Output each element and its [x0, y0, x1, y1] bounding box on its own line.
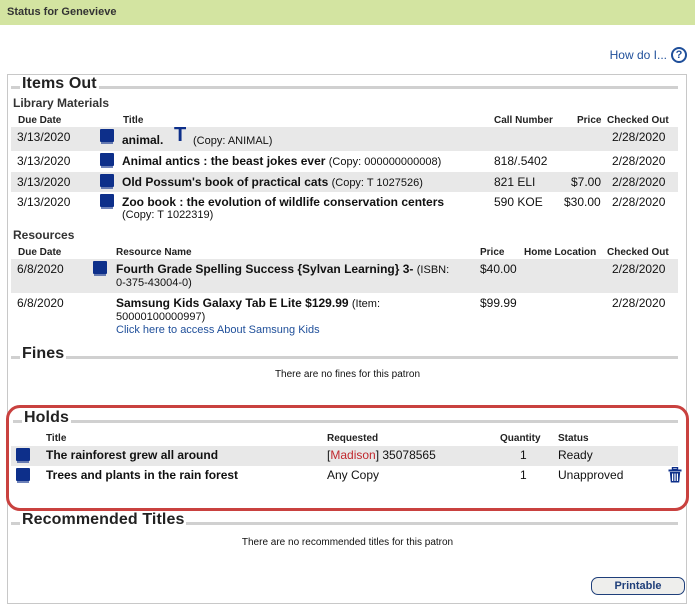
hold-title-link[interactable]: The rainforest grew all around — [46, 448, 218, 462]
due-date: 3/13/2020 — [17, 154, 71, 168]
item-title-link[interactable]: Animal antics : the beast jokes ever (Co… — [122, 154, 441, 168]
item-title-link[interactable]: Zoo book : the evolution of wildlife con… — [122, 195, 444, 209]
fines-empty-message: There are no fines for this patron — [274, 369, 421, 380]
book-icon — [100, 153, 114, 168]
isbn-value: 0-375-43004-0) — [116, 277, 192, 289]
col-checked-out: Checked Out — [607, 247, 669, 258]
branch-name: Madison — [330, 448, 376, 462]
samsung-kids-link[interactable]: Click here to access About Samsung Kids — [116, 324, 320, 336]
checked-out-date: 2/28/2020 — [612, 130, 666, 144]
resources-heading: Resources — [13, 228, 75, 242]
copy-info: (Copy: T 1027526) — [331, 177, 423, 189]
book-icon — [93, 261, 107, 276]
item-value: 50000100000997) — [116, 311, 206, 323]
col-price: Price — [480, 247, 505, 258]
divider — [11, 86, 678, 89]
col-title: Title — [46, 433, 67, 444]
price: $40.00 — [480, 262, 517, 276]
price: $7.00 — [571, 175, 602, 189]
col-status: Status — [558, 433, 589, 444]
price: $99.99 — [480, 296, 517, 310]
checked-out-date: 2/28/2020 — [612, 296, 666, 310]
col-resource-name: Resource Name — [116, 247, 192, 258]
due-date: 6/8/2020 — [17, 262, 64, 276]
items-out-title: Items Out — [20, 75, 99, 93]
price: $30.00 — [564, 195, 601, 209]
col-title: Title — [123, 115, 144, 126]
recommended-empty-message: There are no recommended titles for this… — [241, 537, 454, 548]
checked-out-date: 2/28/2020 — [612, 154, 666, 168]
book-icon — [100, 174, 114, 189]
checked-out-date: 2/28/2020 — [612, 175, 666, 189]
library-materials-heading: Library Materials — [13, 96, 110, 110]
copy-info: (Copy: ANIMAL) — [193, 135, 273, 147]
quantity: 1 — [520, 448, 527, 462]
checked-out-date: 2/28/2020 — [612, 195, 666, 209]
quantity: 1 — [520, 468, 527, 482]
fines-header: Fines — [11, 345, 678, 365]
items-out-header: Items Out — [11, 75, 678, 95]
resource-name-link[interactable]: Fourth Grade Spelling Success {Sylvan Le… — [116, 262, 449, 276]
resource-name-link[interactable]: Samsung Kids Galaxy Tab E Lite $129.99 (… — [116, 296, 380, 310]
col-price: Price — [577, 115, 602, 126]
book-icon — [16, 468, 30, 483]
isbn-label: (ISBN: — [416, 264, 450, 276]
copy-info: (Copy: 000000000008) — [328, 156, 442, 168]
recommended-header: Recommended Titles — [11, 511, 678, 531]
text-type-icon: T — [174, 124, 187, 146]
requested: [Madison] 35078565 — [327, 448, 436, 462]
hold-status: Unapproved — [558, 468, 624, 482]
help-circle-icon[interactable]: ? — [671, 47, 687, 63]
call-number: 821 ELI — [494, 175, 536, 189]
due-date: 3/13/2020 — [17, 130, 71, 144]
col-due-date: Due Date — [18, 115, 62, 126]
col-due-date: Due Date — [18, 247, 62, 258]
requested: Any Copy — [327, 468, 380, 482]
hold-status: Ready — [558, 448, 593, 462]
how-do-i-link[interactable]: How do I... ? — [610, 47, 687, 63]
page-title: Status for Genevieve — [7, 6, 117, 18]
holds-title: Holds — [22, 409, 71, 427]
call-number: 590 KOE — [494, 195, 543, 209]
book-icon — [100, 129, 114, 144]
item-title-link[interactable]: animal. — [122, 133, 163, 147]
how-do-i-label: How do I... — [609, 48, 667, 62]
due-date: 6/8/2020 — [17, 296, 64, 310]
copy-info: (Copy: T 1022319) — [122, 209, 214, 221]
due-date: 3/13/2020 — [17, 175, 71, 189]
page-header: Status for Genevieve — [0, 0, 695, 25]
due-date: 3/13/2020 — [17, 195, 71, 209]
fines-title: Fines — [20, 345, 67, 363]
divider — [13, 420, 678, 423]
col-home-location: Home Location — [524, 247, 597, 258]
col-checked-out: Checked Out — [607, 115, 669, 126]
checked-out-date: 2/28/2020 — [612, 262, 666, 276]
col-quantity: Quantity — [500, 433, 541, 444]
col-requested: Requested — [327, 433, 379, 444]
book-icon — [16, 448, 30, 463]
call-number: 818/.5402 — [494, 154, 548, 168]
item-title-link[interactable]: Old Possum's book of practical cats (Cop… — [122, 175, 423, 189]
holds-header: Holds — [13, 409, 678, 429]
hold-title-link[interactable]: Trees and plants in the rain forest — [46, 468, 238, 482]
divider — [11, 356, 678, 359]
printable-button[interactable]: Printable — [591, 577, 685, 595]
book-icon — [100, 194, 114, 209]
trash-icon[interactable] — [668, 467, 682, 483]
item-label: (Item: — [351, 298, 381, 310]
col-call-number: Call Number — [494, 115, 553, 126]
recommended-title: Recommended Titles — [20, 511, 187, 529]
